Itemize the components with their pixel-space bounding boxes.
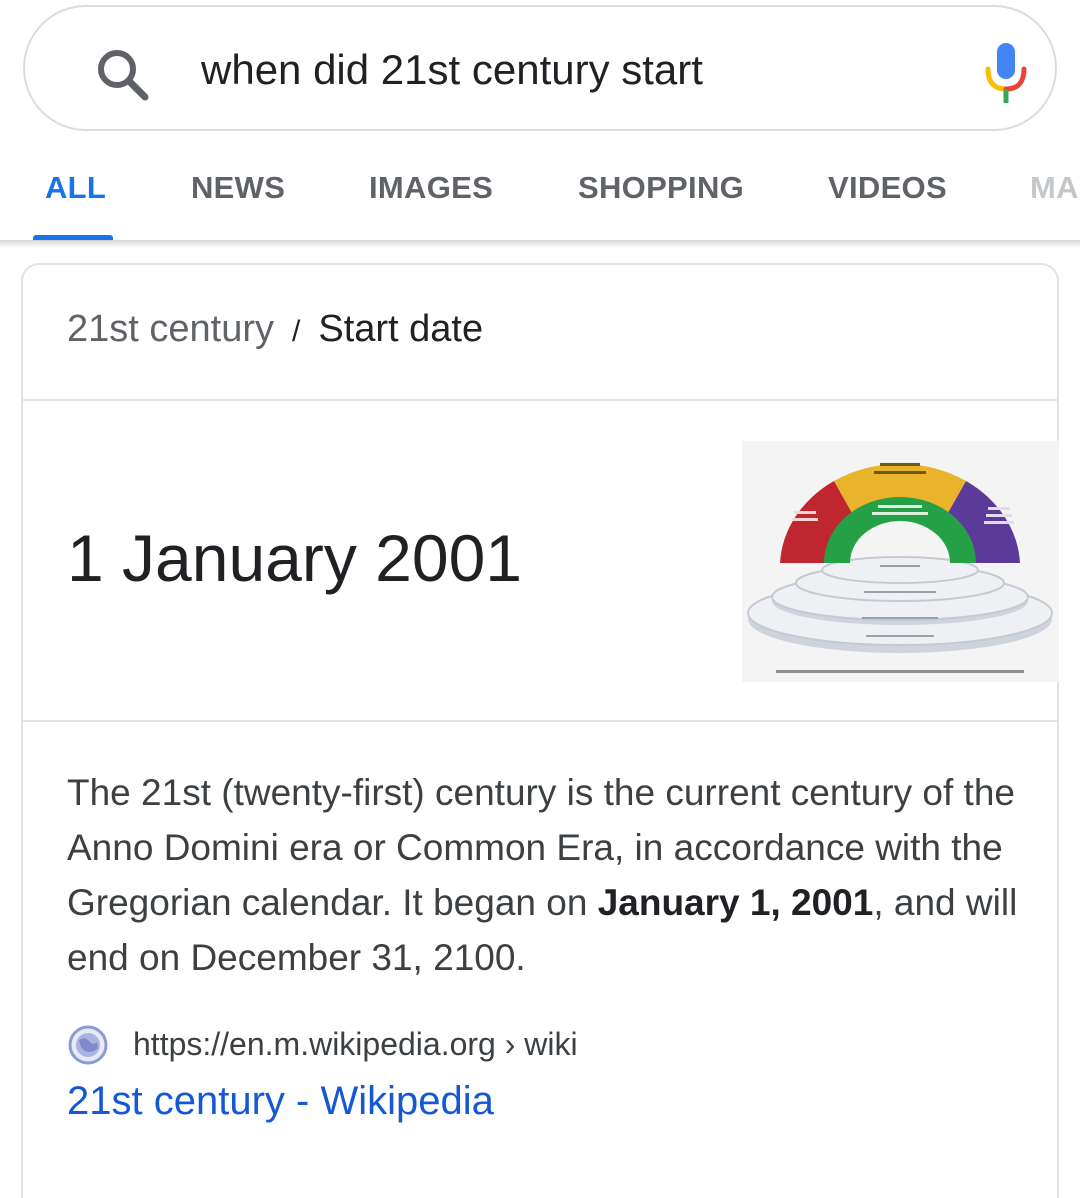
tab-news[interactable]: NEWS xyxy=(191,170,285,206)
breadcrumb-current: Start date xyxy=(318,308,484,350)
search-tabs: ALL NEWS IMAGES SHOPPING VIDEOS MA xyxy=(0,140,1080,242)
answer-card: 21st century / Start date 1 January 2001 xyxy=(21,263,1059,1198)
tab-more[interactable]: MA xyxy=(1030,170,1079,206)
description-bold-date: January 1, 2001 xyxy=(597,882,874,923)
microphone-icon[interactable] xyxy=(983,41,1029,105)
search-input[interactable]: when did 21st century start xyxy=(201,43,703,97)
tab-shopping[interactable]: SHOPPING xyxy=(578,170,744,206)
breadcrumb-separator: / xyxy=(292,315,301,348)
tab-images[interactable]: IMAGES xyxy=(369,170,493,206)
thumbnail-image[interactable] xyxy=(742,441,1059,682)
answer-description: The 21st (twenty-first) century is the c… xyxy=(67,765,1027,985)
tab-videos[interactable]: VIDEOS xyxy=(828,170,947,206)
tab-all[interactable]: ALL xyxy=(45,170,106,206)
globe-icon xyxy=(68,1025,108,1065)
result-link[interactable]: 21st century - Wikipedia xyxy=(67,1079,494,1124)
search-icon[interactable] xyxy=(93,45,155,107)
breadcrumb-parent[interactable]: 21st century xyxy=(67,308,274,350)
breadcrumb: 21st century / Start date xyxy=(67,308,483,351)
search-bar[interactable]: when did 21st century start xyxy=(23,5,1057,131)
source-url[interactable]: https://en.m.wikipedia.org › wiki xyxy=(133,1026,578,1063)
tabs-shadow xyxy=(0,240,1080,248)
divider xyxy=(23,399,1057,401)
featured-answer: 1 January 2001 xyxy=(67,521,523,595)
divider xyxy=(23,720,1057,722)
